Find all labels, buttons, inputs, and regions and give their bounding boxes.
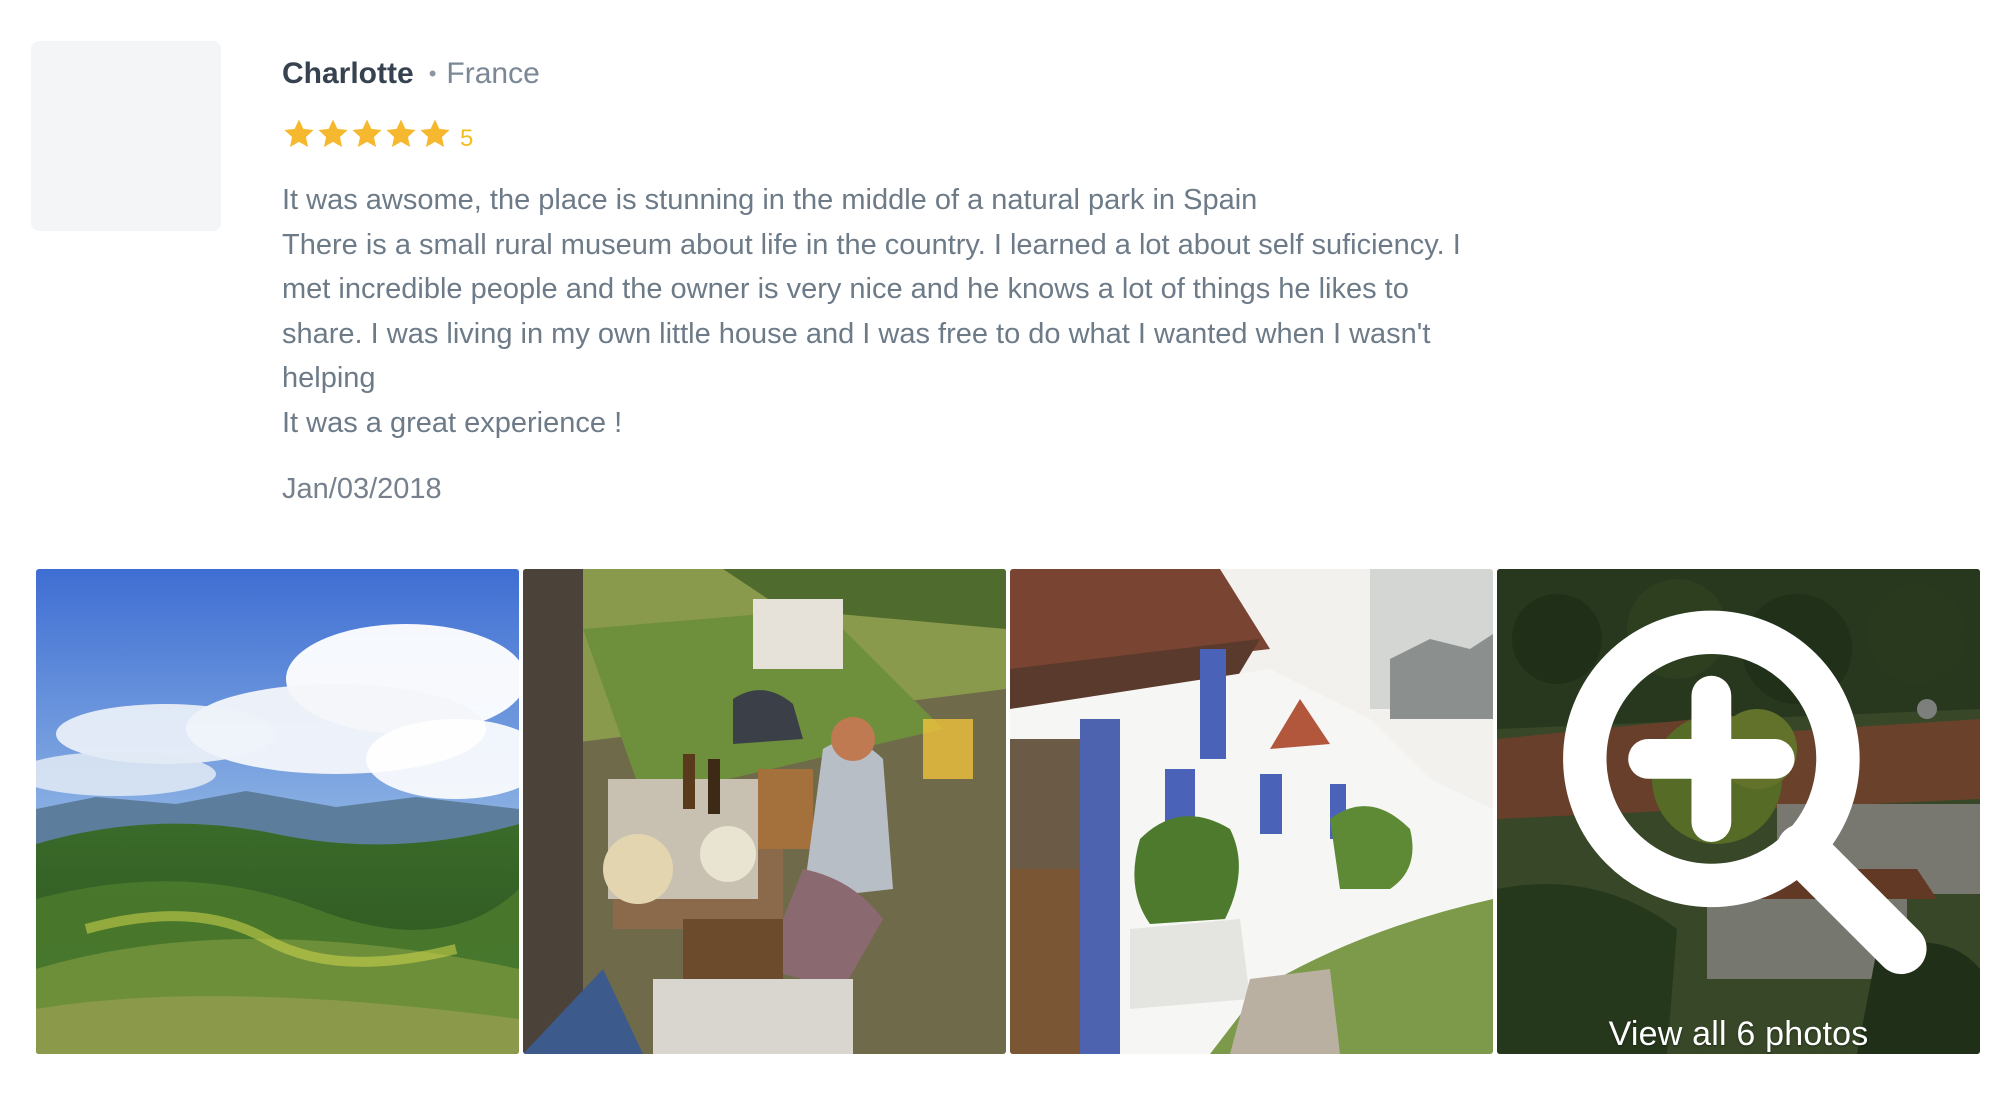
photo-gallery: View all 6 photos	[36, 569, 1982, 1054]
review-text: It was awsome, the place is stunning in …	[282, 184, 1461, 439]
star-rating	[282, 117, 452, 151]
star-icon	[284, 119, 314, 148]
view-all-photos-label: View all 6 photos	[1608, 1015, 1869, 1053]
star-icon	[352, 119, 382, 148]
star-icon	[386, 119, 416, 148]
reviewer-info: Charlotte • France	[282, 54, 1482, 94]
gallery-photo-village-houses[interactable]	[1010, 569, 1493, 1054]
blue-white-village-houses-photo	[1010, 569, 1493, 1054]
zoom-in-icon	[1563, 610, 1927, 975]
reviewer-country: France	[446, 57, 540, 90]
separator-dot: •	[428, 61, 437, 86]
gallery-photo-mountain-landscape[interactable]	[36, 569, 519, 1054]
review-content: Charlotte • France 5 It was awsome, the …	[282, 54, 1482, 509]
view-all-overlay[interactable]: View all 6 photos	[1497, 569, 1980, 1054]
gallery-photo-view-all[interactable]: View all 6 photos	[1497, 569, 1980, 1054]
reviewer-name: Charlotte	[282, 57, 414, 90]
mountain-landscape-photo	[36, 569, 519, 1054]
rating: 5	[282, 114, 1482, 154]
reviewer-avatar	[31, 41, 221, 231]
rating-value: 5	[460, 125, 474, 152]
gallery-photo-craft-workshop[interactable]	[523, 569, 1006, 1054]
star-icon	[318, 119, 348, 148]
review-card: Charlotte • France 5 It was awsome, the …	[0, 0, 2000, 1100]
outdoor-craft-workshop-photo	[523, 569, 1006, 1054]
review-date: Jan/03/2018	[282, 473, 442, 505]
star-icon	[420, 119, 450, 148]
